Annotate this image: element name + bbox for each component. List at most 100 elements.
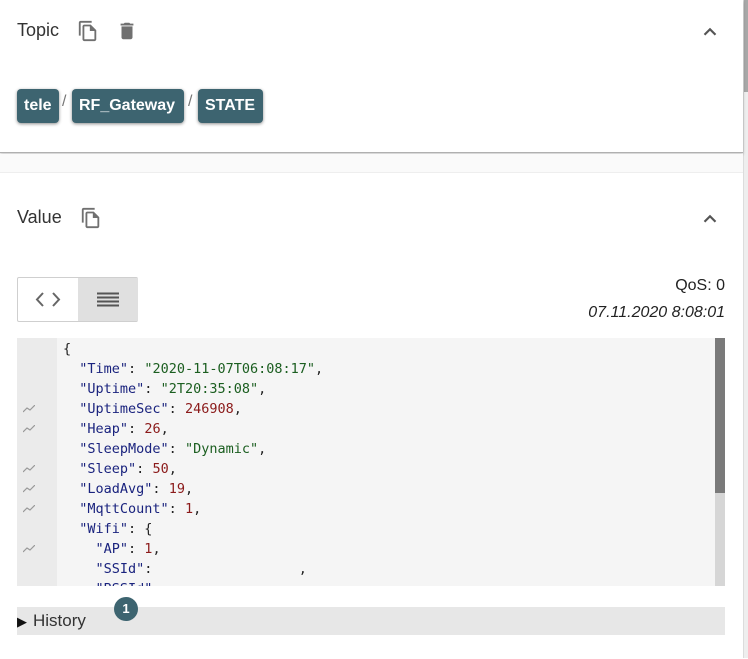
code-token: :: [168, 401, 185, 417]
code-token: ,: [184, 481, 194, 497]
code-token: "SSId": [95, 561, 145, 577]
trash-icon: [120, 22, 134, 40]
page-scrollbar[interactable]: [743, 0, 748, 658]
code-view-button[interactable]: [18, 278, 78, 321]
code-token: : {: [128, 521, 153, 537]
code-line: "SSId": ,: [63, 559, 307, 579]
collapse-value-button[interactable]: [699, 208, 721, 230]
chevron-up-icon: [703, 27, 717, 36]
copy-icon: [78, 20, 97, 42]
code-token: :: [128, 361, 145, 377]
code-line: "UptimeSec": 246908,: [63, 399, 242, 419]
topic-segment-state[interactable]: STATE: [198, 89, 263, 123]
code-token: "LoadAvg": [79, 481, 153, 497]
code-token: "Uptime": [79, 381, 145, 397]
code-token: "Dynamic": [184, 441, 259, 457]
delete-topic-button[interactable]: [116, 20, 138, 42]
code-line: "Time": "2020-11-07T06:08:17",: [63, 359, 323, 379]
code-token: : ,: [144, 561, 307, 577]
expand-triangle-icon: ▶: [17, 614, 27, 629]
code-token: :: [128, 421, 145, 437]
code-token: ,: [258, 441, 267, 457]
code-token: ,: [258, 381, 267, 397]
code-token: "AP": [95, 541, 129, 557]
sparkline-icon[interactable]: [23, 465, 35, 473]
editor-gutter: [17, 338, 57, 586]
json-code: { "Time": "2020-11-07T06:08:17", "Uptime…: [63, 338, 713, 586]
code-line: "Uptime": "2T20:35:08",: [63, 379, 266, 399]
topic-separator: /: [188, 93, 193, 110]
topic-segment-tele[interactable]: tele: [17, 89, 59, 123]
sparkline-icon[interactable]: [23, 505, 35, 513]
copy-icon: [81, 207, 100, 229]
list-icon: [97, 292, 119, 307]
code-line: "SleepMode": "Dynamic",: [63, 439, 266, 459]
code-token: ,: [168, 461, 177, 477]
copy-topic-button[interactable]: [77, 20, 99, 42]
topic-separator: /: [62, 93, 67, 110]
code-token: "Time": [79, 361, 129, 377]
copy-value-button[interactable]: [80, 207, 102, 229]
code-line: "Sleep": 50,: [63, 459, 177, 479]
code-token: :: [136, 461, 153, 477]
code-line: "Heap": 26,: [63, 419, 169, 439]
code-token: :: [144, 381, 161, 397]
code-token: :: [152, 481, 169, 497]
qos-label: QoS: 0: [675, 277, 725, 294]
json-editor[interactable]: { "Time": "2020-11-07T06:08:17", "Uptime…: [17, 338, 725, 586]
editor-scrollbar[interactable]: [715, 338, 725, 586]
section-gap: [0, 154, 743, 172]
code-token: "2020-11-07T06:08:17": [144, 361, 315, 377]
chevron-up-icon: [703, 214, 717, 223]
sparkline-icon[interactable]: [23, 545, 35, 553]
sparkline-icon[interactable]: [23, 405, 35, 413]
value-title: Value: [17, 207, 62, 227]
code-token: "BSSId": [96, 581, 153, 586]
code-line: {: [63, 339, 71, 359]
code-token: "UptimeSec": [79, 401, 169, 417]
code-token: 1: [184, 501, 194, 517]
code-token: 19: [168, 481, 185, 497]
code-token: ,: [160, 421, 169, 437]
code-token: :: [168, 441, 185, 457]
code-token: {: [63, 341, 72, 357]
collapse-topic-button[interactable]: [699, 21, 721, 43]
code-icon: [35, 292, 61, 307]
editor-scrollbar-thumb[interactable]: [715, 338, 725, 493]
value-panel: Value QoS: 0 07.11.2020 8:08:01 { "Time"…: [0, 172, 743, 659]
code-token: "2T20:35:08": [160, 381, 259, 397]
code-token: "Heap": [79, 421, 129, 437]
text-view-button[interactable]: [78, 278, 138, 321]
sparkline-icon[interactable]: [23, 485, 35, 493]
code-token: ,: [193, 501, 202, 517]
code-token: ,: [315, 361, 324, 377]
page-scrollbar-thumb[interactable]: [744, 0, 748, 92]
code-token: :: [128, 541, 145, 557]
sparkline-icon[interactable]: [23, 425, 35, 433]
view-mode-toggle: [17, 277, 138, 322]
code-token: ,: [152, 541, 161, 557]
topic-segment-rf-gateway[interactable]: RF_Gateway: [72, 89, 184, 123]
history-label: History: [33, 611, 86, 630]
code-line: "MqttCount": 1,: [63, 499, 201, 519]
code-line: "AP": 1,: [63, 539, 161, 559]
code-line: "Wifi": {: [63, 519, 152, 539]
code-line: "BSSId":: [63, 579, 161, 586]
history-count-badge: 1: [114, 597, 138, 621]
message-timestamp: 07.11.2020 8:08:01: [588, 304, 725, 321]
topic-title: Topic: [17, 20, 60, 40]
code-token: 26: [144, 421, 161, 437]
code-line: "LoadAvg": 19,: [63, 479, 193, 499]
code-token: "SleepMode": [79, 441, 169, 457]
code-token: 50: [152, 461, 169, 477]
code-token: "Sleep": [79, 461, 137, 477]
